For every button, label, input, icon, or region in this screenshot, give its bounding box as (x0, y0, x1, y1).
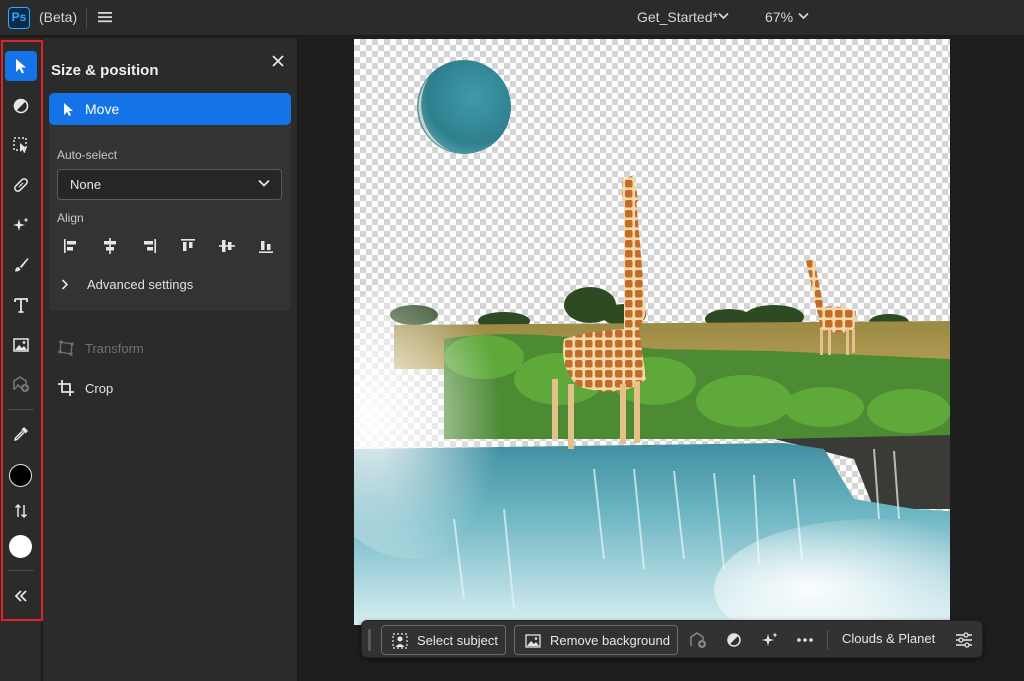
sliders-icon (956, 632, 972, 648)
align-right-button[interactable] (135, 233, 163, 259)
advanced-settings-toggle[interactable]: Advanced settings (61, 274, 261, 296)
align-left-icon (64, 239, 76, 253)
crop-label: Crop (85, 381, 114, 396)
document-name[interactable]: Get_Started* (637, 9, 718, 25)
generative-fill-icon (13, 217, 29, 231)
beta-label: (Beta) (39, 9, 78, 25)
eyedropper-tool[interactable] (5, 419, 37, 449)
add-image-tool[interactable] (5, 369, 37, 399)
align-top-button[interactable] (174, 233, 202, 259)
auto-select-label: Auto-select (57, 148, 118, 162)
generative-fill-tool[interactable] (5, 210, 37, 240)
generative-fill-button[interactable] (760, 630, 780, 650)
move-arrow-icon (16, 59, 26, 74)
add-image-button[interactable] (688, 630, 708, 650)
select-subject-button[interactable]: Select subject (381, 625, 506, 655)
transform-option: Transform (57, 338, 257, 360)
align-buttons (55, 233, 285, 259)
hamburger-menu-icon[interactable] (97, 9, 113, 25)
align-vertical-center-icon (219, 240, 235, 252)
chevron-down-icon[interactable] (718, 12, 729, 20)
adjustment-button[interactable] (724, 630, 744, 650)
type-tool[interactable] (5, 290, 37, 320)
healing-bandage-icon (14, 178, 28, 192)
align-horizontal-center-icon (104, 238, 116, 254)
crop-icon (58, 380, 74, 396)
chevron-down-icon (258, 179, 270, 187)
more-options-icon (797, 638, 813, 642)
planet-graphic[interactable] (417, 60, 511, 154)
tools-toolbar (0, 38, 42, 681)
collapse-toolbar-button[interactable] (5, 581, 37, 611)
healing-tool[interactable] (5, 170, 37, 200)
advanced-settings-label: Advanced settings (87, 277, 194, 292)
brush-icon (15, 258, 29, 272)
type-icon (14, 298, 28, 313)
align-bottom-button[interactable] (252, 233, 280, 259)
align-bottom-icon (259, 241, 273, 253)
swap-colors-button[interactable] (5, 496, 37, 526)
align-left-button[interactable] (57, 233, 85, 259)
align-horizontal-center-button[interactable] (96, 233, 124, 259)
adjustment-icon (13, 98, 29, 114)
background-color-swatch[interactable] (9, 535, 32, 558)
close-icon[interactable] (271, 54, 285, 68)
taskbar-divider (827, 630, 828, 650)
top-bar: Ps (Beta) Get_Started* 67% (0, 0, 1024, 36)
align-label: Align (57, 211, 84, 225)
adjustment-icon (727, 633, 741, 647)
more-options-button[interactable] (795, 630, 815, 650)
add-image-icon (690, 632, 706, 648)
properties-button[interactable] (954, 630, 974, 650)
brush-tool[interactable] (5, 250, 37, 280)
adjustment-tool[interactable] (5, 91, 37, 121)
auto-select-dropdown[interactable]: None (57, 169, 282, 200)
chevron-right-icon (61, 279, 69, 290)
collapse-icon (14, 590, 27, 602)
layer-name[interactable]: Clouds & Planet (842, 631, 935, 646)
size-position-panel: Size & position Move Auto-select None Al… (43, 38, 298, 681)
remove-background-icon (525, 634, 541, 648)
selection-tool[interactable] (5, 130, 37, 160)
transform-icon (58, 340, 74, 356)
move-arrow-icon (64, 103, 73, 116)
document-canvas[interactable] (354, 39, 950, 625)
crop-option[interactable]: Crop (57, 378, 257, 400)
toolbar-divider (8, 409, 34, 410)
move-label: Move (85, 101, 120, 117)
eyedropper-icon (13, 427, 28, 442)
move-button[interactable]: Move (49, 93, 291, 125)
generative-fill-icon (762, 632, 778, 646)
select-subject-icon (392, 633, 408, 649)
select-subject-label: Select subject (417, 633, 498, 648)
swap-colors-icon (14, 503, 28, 519)
add-image-icon (13, 376, 29, 392)
photoshop-logo[interactable]: Ps (8, 7, 30, 29)
align-top-icon (181, 239, 195, 251)
contextual-taskbar: Select subject Remove background Clouds … (361, 620, 983, 658)
taskbar-drag-handle[interactable] (368, 629, 371, 651)
top-bar-divider (86, 8, 87, 28)
chevron-down-icon[interactable] (798, 12, 809, 20)
zoom-level[interactable]: 67% (765, 9, 793, 25)
canvas-artwork (354, 60, 950, 625)
remove-background-button[interactable]: Remove background (514, 625, 678, 655)
selection-icon (13, 137, 27, 153)
panel-title: Size & position (51, 62, 159, 79)
foreground-color-swatch[interactable] (9, 464, 32, 487)
align-vertical-center-button[interactable] (213, 233, 241, 259)
remove-background-label: Remove background (550, 633, 670, 648)
align-right-icon (144, 239, 156, 253)
auto-select-value: None (70, 177, 102, 192)
move-section: Move Auto-select None Align Advanced set… (49, 93, 291, 311)
place-image-tool[interactable] (5, 330, 37, 360)
transform-label: Transform (85, 341, 144, 356)
place-image-icon (13, 338, 29, 352)
toolbar-divider (8, 570, 34, 571)
move-tool[interactable] (5, 51, 37, 81)
